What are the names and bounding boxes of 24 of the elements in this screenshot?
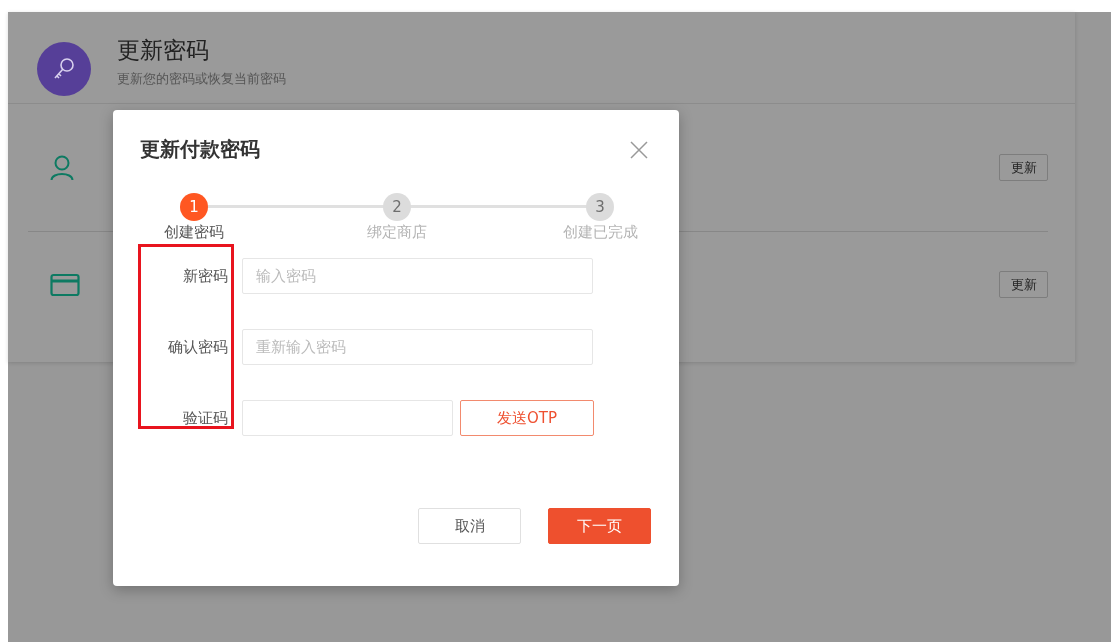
send-otp-button[interactable]: 发送OTP bbox=[460, 400, 594, 436]
step-label: 绑定商店 bbox=[367, 223, 427, 242]
dialog-title: 更新付款密码 bbox=[140, 136, 260, 163]
password-input[interactable]: 重新输入密码 bbox=[242, 329, 593, 365]
step-number: 2 bbox=[383, 193, 411, 221]
field-label: 验证码 bbox=[182, 408, 229, 428]
close-button[interactable] bbox=[629, 139, 649, 160]
password-input[interactable]: 输入密码 bbox=[242, 258, 593, 294]
page-subtitle: 更新您的密码或恢复当前密码 bbox=[117, 69, 286, 88]
field-label: 新密码 bbox=[182, 266, 229, 286]
step-number: 3 bbox=[586, 193, 614, 221]
code-input[interactable] bbox=[242, 400, 453, 436]
field-label: 确认密码 bbox=[167, 337, 229, 357]
key-icon bbox=[53, 57, 75, 81]
page-title: 更新密码 bbox=[117, 35, 210, 65]
next-button[interactable]: 下一页 bbox=[548, 508, 651, 544]
cancel-button[interactable]: 取消 bbox=[418, 508, 521, 544]
step-number: 1 bbox=[180, 193, 208, 221]
update-button[interactable]: 更新 bbox=[999, 154, 1048, 181]
step-label: 创建密码 bbox=[164, 223, 224, 242]
user-icon bbox=[50, 154, 74, 181]
step-label: 创建已完成 bbox=[562, 223, 638, 242]
update-button[interactable]: 更新 bbox=[999, 271, 1048, 298]
card-icon bbox=[50, 272, 80, 297]
